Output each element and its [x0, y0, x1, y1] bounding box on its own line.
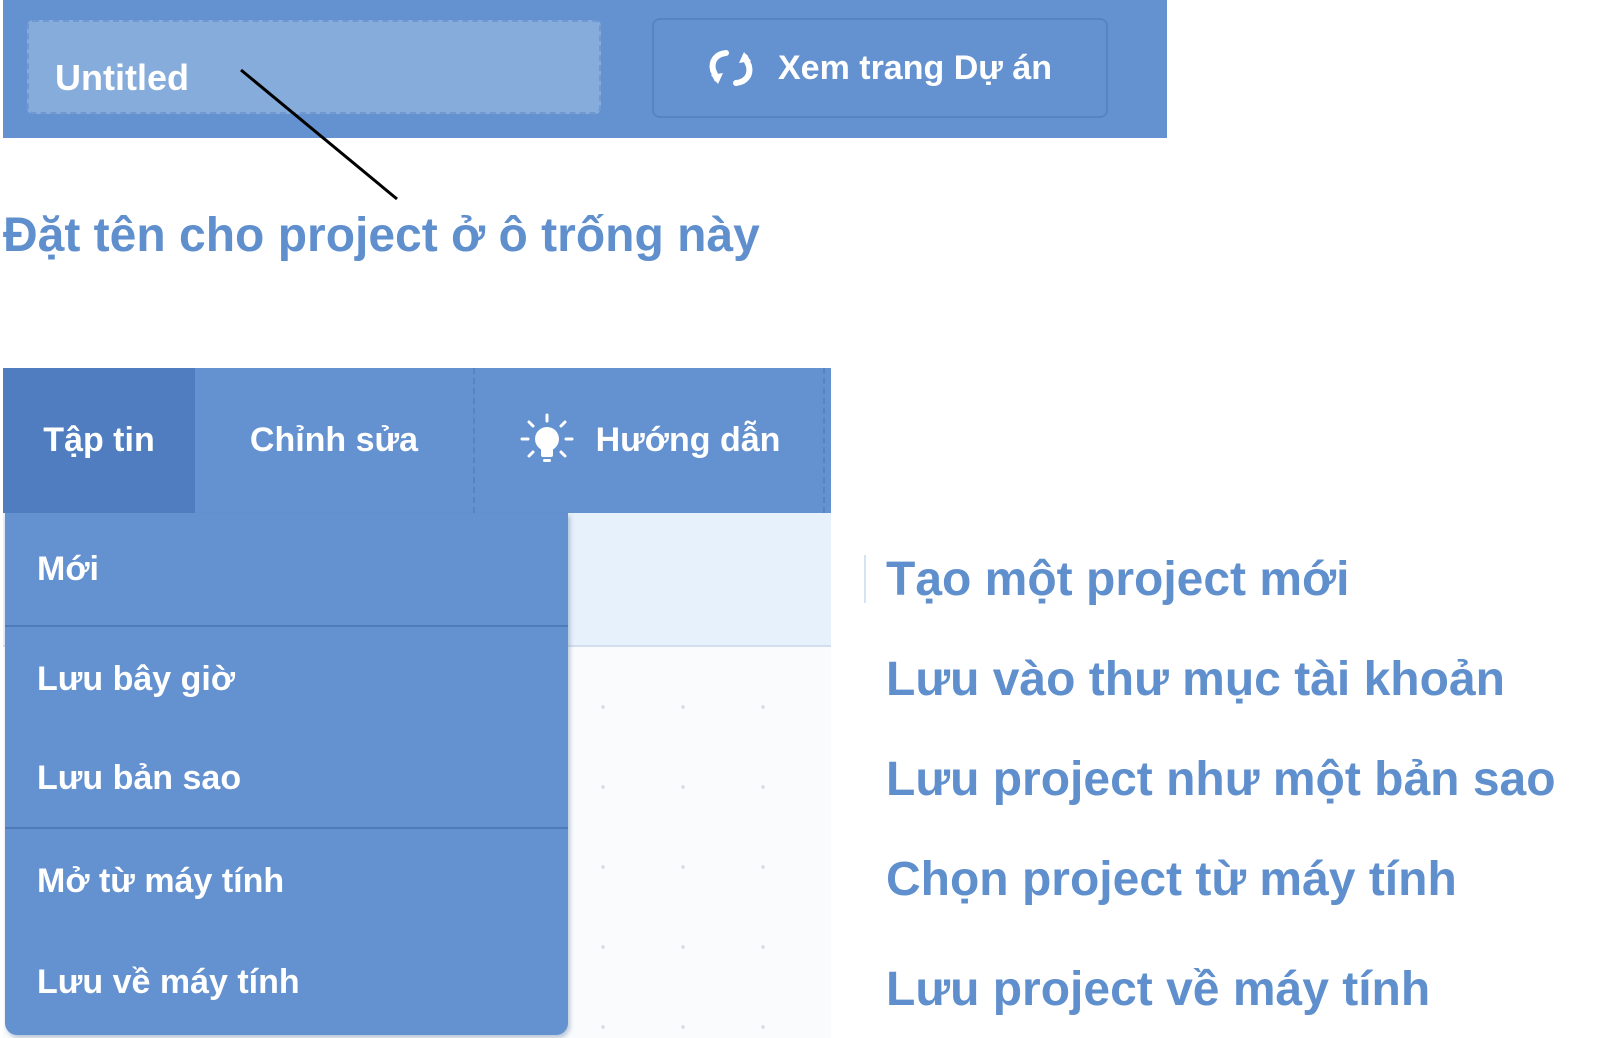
tab-tutorials[interactable]: Hướng dẫn	[473, 368, 825, 513]
file-dropdown-menu: Mới Lưu bây giờ Lưu bản sao Mở từ máy tí…	[5, 513, 568, 1035]
menu-item-label: Lưu về máy tính	[37, 962, 300, 1001]
annotation-load-from-computer: Chọn project từ máy tính	[886, 853, 1457, 906]
view-project-label: Xem trang Dự án	[777, 48, 1052, 87]
tab-file[interactable]: Tập tin	[3, 368, 195, 513]
menu-bar: Tập tin Chỉnh sửa Hướng dẫn	[3, 368, 831, 513]
tab-edit[interactable]: Chỉnh sửa	[195, 368, 473, 513]
tab-tutorials-label: Hướng dẫn	[595, 421, 781, 459]
annotation-save-now: Lưu vào thư mục tài khoản	[886, 653, 1505, 706]
annotation-marker	[864, 555, 866, 603]
menu-item-label: Lưu bây giờ	[37, 659, 236, 698]
tab-edit-label: Chỉnh sửa	[249, 421, 419, 459]
annotation-save-to-computer: Lưu project về máy tính	[886, 963, 1431, 1016]
menu-item-save-now[interactable]: Lưu bây giờ	[5, 627, 568, 731]
project-title-input[interactable]	[27, 20, 601, 114]
menu-item-new[interactable]: Mới	[5, 513, 568, 625]
lightbulb-icon	[518, 412, 576, 470]
menu-item-label: Lưu bản sao	[37, 758, 242, 797]
annotation-save-copy: Lưu project như một bản sao	[886, 753, 1556, 806]
tab-file-label: Tập tin	[43, 421, 155, 459]
caption-title: Đặt tên cho project ở ô trống này	[3, 209, 760, 262]
workspace-dot-grid	[563, 647, 831, 1038]
title-bar: Xem trang Dự án	[3, 0, 1167, 138]
menu-item-label: Mới	[37, 549, 99, 588]
menu-item-label: Mở từ máy tính	[37, 861, 285, 900]
annotation-new: Tạo một project mới	[886, 553, 1350, 606]
menu-item-save-to-computer[interactable]: Lưu về máy tính	[5, 933, 568, 1031]
menu-item-save-copy[interactable]: Lưu bản sao	[5, 731, 568, 825]
view-project-button[interactable]: Xem trang Dự án	[652, 18, 1108, 118]
menu-item-load-from-computer[interactable]: Mở từ máy tính	[5, 829, 568, 933]
remix-arrows-icon	[708, 48, 754, 88]
